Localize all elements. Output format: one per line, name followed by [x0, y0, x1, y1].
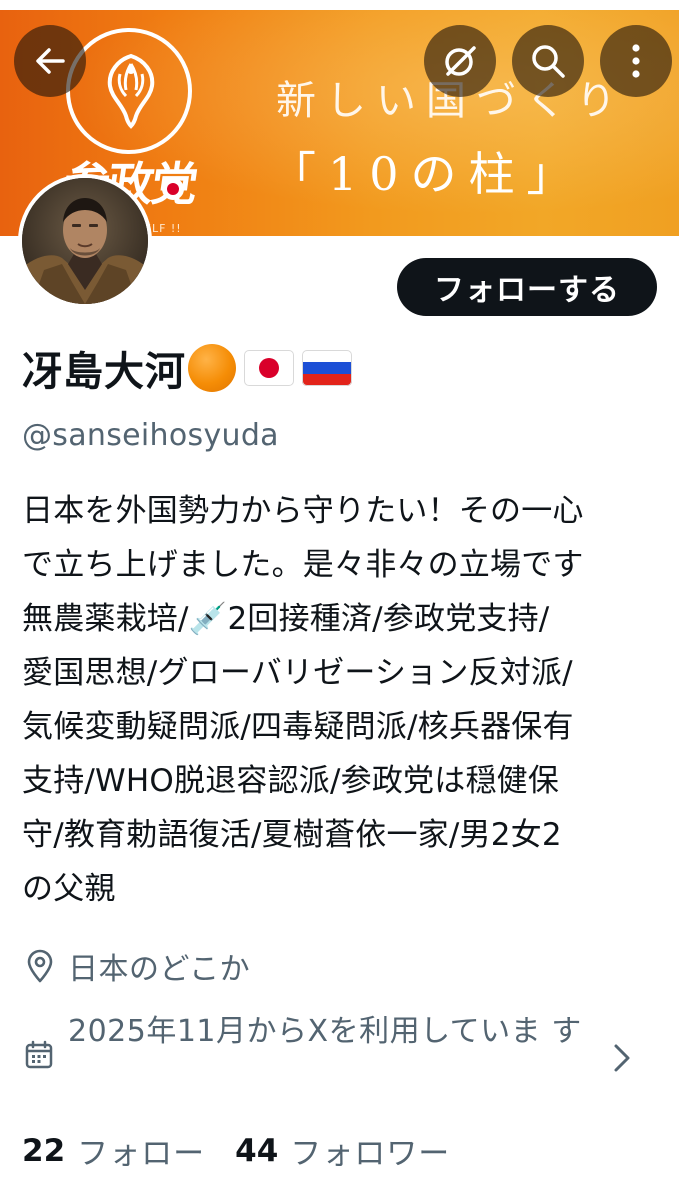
location-pin-icon [27, 949, 53, 983]
bio-line: 守/教育勅語復活/夏樹蒼依一家/男2女2 [22, 817, 562, 853]
chevron-right-icon [614, 1044, 630, 1072]
profile-avatar[interactable] [18, 174, 152, 308]
following-count: 22 [22, 1132, 66, 1169]
bio-line: 気候変動疑問派/四毒疑問派/核兵器保有 [22, 709, 574, 745]
joined-text: 2025年11月からXを利用していま す [68, 1014, 582, 1049]
search-icon [532, 45, 565, 78]
bio-line: 支持/WHO脱退容認派/参政党は穏健保 [22, 763, 560, 799]
grok-icon [445, 46, 476, 76]
grok-button[interactable] [424, 25, 496, 97]
bio-line: の父親 [22, 871, 116, 907]
bio-line: 無農薬栽培/💉2回接種済/参政党支持/ [22, 601, 550, 637]
bio-line: 愛国思想/グローバリゼーション反対派/ [22, 655, 573, 691]
search-button[interactable] [512, 25, 584, 97]
banner-subheadline: 「10の柱」 [270, 147, 585, 201]
follow-button[interactable]: フォローする [397, 258, 657, 316]
profile-location: 日本のどこか [22, 944, 250, 988]
display-name-row: 冴島大河 [22, 340, 352, 396]
back-button[interactable] [14, 25, 86, 97]
phoenix-logo-icon [107, 53, 155, 129]
vertical-dots-icon [632, 44, 640, 78]
arrow-left-icon [36, 48, 65, 74]
profile-bio: 日本を外国勢力から守りたい！その一心 で立ち上げました。是々非々の立場です 無農… [22, 484, 662, 916]
followers-link[interactable]: 44 フォロワー [235, 1128, 450, 1173]
following-link[interactable]: 22 フォロー [22, 1128, 205, 1173]
avatar-image [22, 178, 148, 304]
calendar-icon [25, 1040, 53, 1069]
bio-line: で立ち上げました。是々非々の立場です [22, 547, 584, 583]
orange-circle-icon [188, 344, 236, 392]
following-label: フォロー [77, 1136, 206, 1172]
followers-label: フォロワー [290, 1136, 451, 1172]
profile-page: 参政党 ELF !! 新しい国づくり 「10の柱」 フォローする 冴島大河 @s… [0, 0, 679, 1200]
followers-count: 44 [235, 1132, 279, 1169]
user-handle: @sanseihosyuda [22, 418, 279, 453]
location-text: 日本のどこか [68, 952, 251, 987]
japan-flag-icon [244, 350, 294, 386]
more-options-button[interactable] [600, 25, 672, 97]
russia-flag-icon [302, 350, 352, 386]
profile-joined-date[interactable]: 2025年11月からXを利用していま す [22, 1010, 662, 1106]
follow-counts: 22 フォロー 44 フォロワー [22, 1128, 450, 1173]
display-name: 冴島大河 [22, 349, 186, 395]
bio-line: 日本を外国勢力から守りたい！その一心 [22, 493, 584, 529]
party-logo-dot [162, 178, 184, 200]
